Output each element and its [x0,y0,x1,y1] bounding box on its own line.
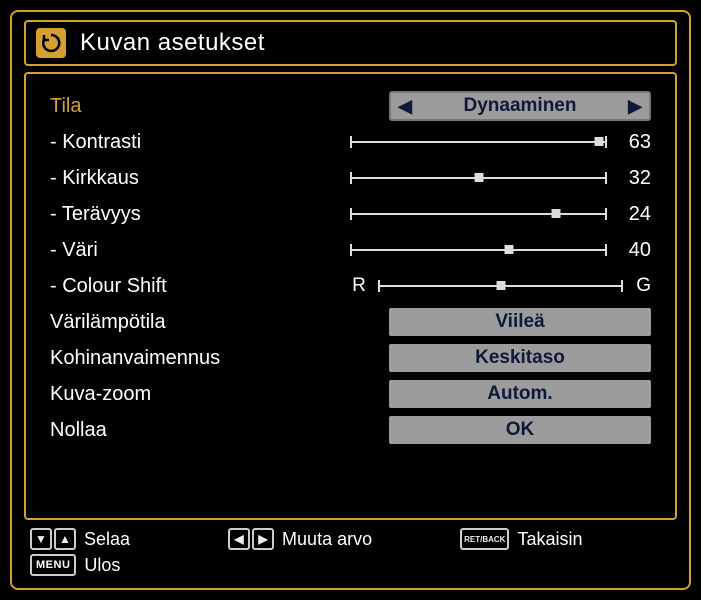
label-brightness: - Kirkkaus [50,167,350,190]
chevron-left-icon[interactable]: ◀ [391,96,419,117]
arrow-right-icon: ▶ [252,528,274,550]
row-picture-zoom[interactable]: Kuva-zoom Autom. [50,376,651,412]
slider-thumb[interactable] [505,245,514,254]
slider-thumb[interactable] [496,281,505,290]
sharpness-value: 24 [617,203,651,226]
noise-reduction-button[interactable]: Keskitaso [389,344,651,372]
hint-change-label: Muuta arvo [282,529,372,550]
colour-shift-slider[interactable] [378,285,623,287]
row-noise-reduction[interactable]: Kohinanvaimennus Keskitaso [50,340,651,376]
sharpness-slider[interactable] [350,213,607,215]
chevron-right-icon[interactable]: ▶ [621,96,649,117]
mode-value: Dynaaminen [419,95,621,117]
label-mode: Tila [50,95,350,118]
slider-thumb[interactable] [595,137,604,146]
ret-back-key: RET/BACK [460,528,509,550]
hint-scroll: ▼ ▲ Selaa [30,528,130,550]
label-picture-zoom: Kuva-zoom [50,383,350,406]
row-colour[interactable]: - Väri 40 [50,232,651,268]
hint-back-label: Takaisin [517,529,582,550]
label-colour: - Väri [50,239,350,262]
shift-left-label: R [350,275,368,297]
reset-button[interactable]: OK [389,416,651,444]
contrast-slider[interactable] [350,141,607,143]
contrast-value: 63 [617,131,651,154]
row-reset[interactable]: Nollaa OK [50,412,651,448]
brightness-value: 32 [617,167,651,190]
settings-panel: Tila ◀ Dynaaminen ▶ - Kontrasti 63 [24,72,677,520]
label-colour-shift: - Colour Shift [50,275,350,298]
label-contrast: - Kontrasti [50,131,350,154]
page-title: Kuvan asetukset [80,29,265,57]
row-sharpness[interactable]: - Terävyys 24 [50,196,651,232]
picture-zoom-button[interactable]: Autom. [389,380,651,408]
arrow-up-icon: ▲ [54,528,76,550]
brightness-slider[interactable] [350,177,607,179]
arrow-down-icon: ▼ [30,528,52,550]
row-colour-shift[interactable]: - Colour Shift R G [50,268,651,304]
colour-temp-button[interactable]: Viileä [389,308,651,336]
row-colour-temp[interactable]: Värilämpötila Viileä [50,304,651,340]
footer-hints: ▼ ▲ Selaa ◀ ▶ Muuta arvo RET/BACK Takais… [24,520,677,580]
slider-thumb[interactable] [474,173,483,182]
picture-settings-icon [36,28,66,58]
label-reset: Nollaa [50,419,350,442]
hint-exit: MENU Ulos [30,554,120,576]
row-brightness[interactable]: - Kirkkaus 32 [50,160,651,196]
title-bar: Kuvan asetukset [24,20,677,66]
hint-scroll-label: Selaa [84,529,130,550]
hint-change: ◀ ▶ Muuta arvo [228,528,372,550]
shift-right-label: G [633,275,651,297]
arrow-left-icon: ◀ [228,528,250,550]
row-mode[interactable]: Tila ◀ Dynaaminen ▶ [50,88,651,124]
colour-value: 40 [617,239,651,262]
mode-selector[interactable]: ◀ Dynaaminen ▶ [389,91,651,121]
label-colour-temp: Värilämpötila [50,311,350,334]
colour-slider[interactable] [350,249,607,251]
row-contrast[interactable]: - Kontrasti 63 [50,124,651,160]
hint-back: RET/BACK Takaisin [460,528,582,550]
label-sharpness: - Terävyys [50,203,350,226]
menu-key: MENU [30,554,76,576]
osd-window: Kuvan asetukset Tila ◀ Dynaaminen ▶ - Ko… [10,10,691,590]
label-noise-reduction: Kohinanvaimennus [50,347,350,370]
slider-thumb[interactable] [551,209,560,218]
hint-exit-label: Ulos [84,555,120,576]
